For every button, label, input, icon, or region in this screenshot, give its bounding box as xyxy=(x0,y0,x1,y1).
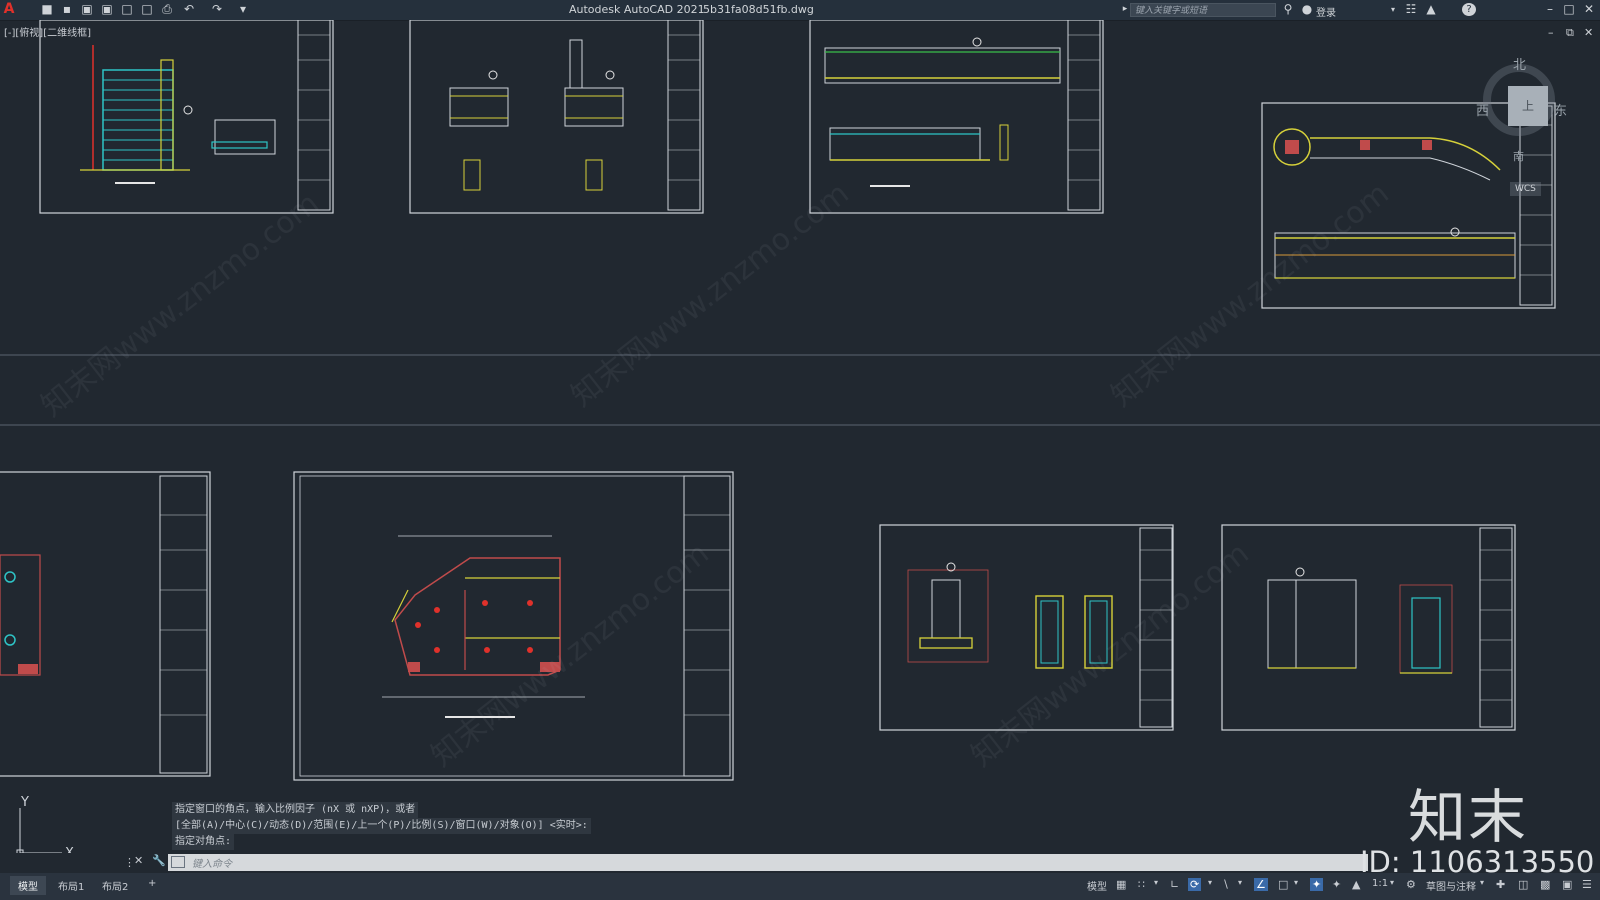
compass-east[interactable]: 东 xyxy=(1554,100,1567,119)
chevron-down-icon[interactable]: ▾ xyxy=(1390,878,1394,887)
user-icon[interactable]: ● xyxy=(1300,3,1314,16)
close-icon[interactable]: ✕ xyxy=(1582,3,1596,16)
model-space-border-lines xyxy=(0,354,1600,426)
drawing-sheet-2 xyxy=(409,20,704,214)
chevron-down-icon[interactable]: ▾ xyxy=(1154,878,1158,887)
annotation-scale-value[interactable]: 1:1 xyxy=(1372,878,1388,889)
watermark-logo: 知末 xyxy=(1408,783,1529,851)
compass-north[interactable]: 北 xyxy=(1513,54,1526,73)
customize-toolbar-icon[interactable]: ▾ xyxy=(236,3,250,16)
hardware-acceleration-icon[interactable]: ▩ xyxy=(1540,878,1550,891)
wcs-menu[interactable]: WCS xyxy=(1510,182,1541,196)
compass-south[interactable]: 南 xyxy=(1513,148,1524,164)
model-space-toggle[interactable]: 模型 xyxy=(1087,878,1107,893)
annotation-scale-icon[interactable]: ▲ xyxy=(1352,878,1360,891)
drawing-sheet-8 xyxy=(1221,524,1516,731)
ucs-x-label: X xyxy=(65,846,74,853)
compass-west[interactable]: 西 xyxy=(1476,100,1489,119)
app-title: Autodesk AutoCAD 2021 xyxy=(569,3,705,16)
object-snap-icon[interactable]: □ xyxy=(1278,878,1288,891)
recent-commands-icon[interactable] xyxy=(171,856,185,868)
chevron-down-icon[interactable]: ▾ xyxy=(1480,878,1484,887)
drawing-sheet-3 xyxy=(809,20,1104,214)
chevron-down-icon[interactable]: ▾ xyxy=(1294,878,1298,887)
undo-icon[interactable]: ↶ xyxy=(182,3,196,16)
save-icon[interactable]: ▣ xyxy=(80,3,94,16)
annotation-visibility-icon[interactable]: ✦ xyxy=(1310,878,1324,891)
workspace-gear-icon[interactable]: ⚙ xyxy=(1406,878,1416,891)
snap-icon[interactable]: ∷ xyxy=(1138,878,1145,891)
file-name: 5b31fa08d51fb.dwg xyxy=(703,3,814,16)
open-file-icon[interactable]: ▪ xyxy=(60,3,74,16)
open-from-web-icon[interactable]: □ xyxy=(120,3,134,16)
command-line[interactable]: 键入命令 xyxy=(168,854,1368,871)
clean-screen-icon[interactable]: ▣ xyxy=(1562,878,1572,891)
ortho-icon[interactable]: ∟ xyxy=(1170,878,1179,891)
grid-icon[interactable]: ▦ xyxy=(1116,878,1126,891)
customization-menu-icon[interactable]: ☰ xyxy=(1582,878,1592,891)
cart-icon[interactable]: ☷ xyxy=(1404,3,1418,16)
tab-model[interactable]: 模型 xyxy=(10,876,46,895)
search-icon[interactable]: ⚲ xyxy=(1281,3,1295,16)
close-command-line-icon[interactable]: ✕ xyxy=(134,854,143,867)
drawing-canvas[interactable]: X Y xyxy=(0,20,1600,853)
object-snap-tracking-icon[interactable]: ∠ xyxy=(1254,878,1268,891)
redo-icon[interactable]: ↷ xyxy=(210,3,224,16)
help-icon[interactable]: ? xyxy=(1462,3,1476,16)
chevron-down-icon[interactable]: ▾ xyxy=(1386,3,1400,16)
watermark-id: ID: 1106313550 xyxy=(1360,845,1595,879)
ucs-y-label: Y xyxy=(20,795,29,810)
command-history-line: [全部(A)/中心(C)/动态(D)/范围(E)/上一个(P)/比例(S)/窗口… xyxy=(172,818,591,834)
polar-tracking-icon[interactable]: ⟳ xyxy=(1188,878,1202,891)
add-icon[interactable]: ✚ xyxy=(1496,878,1505,891)
command-history: 指定窗口的角点，输入比例因子 (nX 或 nXP)，或者 [全部(A)/中心(C… xyxy=(172,802,591,850)
command-history-line: 指定对角点: xyxy=(172,834,235,850)
isolate-objects-icon[interactable]: ◫ xyxy=(1518,878,1528,891)
drawing-sheet-6 xyxy=(293,471,734,781)
search-input[interactable]: 键入关键字或短语 xyxy=(1130,3,1276,17)
chevron-down-icon[interactable]: ▾ xyxy=(1208,878,1212,887)
drawing-sheet-1 xyxy=(39,20,334,214)
tab-layout2[interactable]: 布局2 xyxy=(94,876,136,895)
app-menu-icon[interactable]: A xyxy=(2,2,16,16)
plot-icon[interactable]: ⎙ xyxy=(160,3,174,16)
add-layout-button[interactable]: + xyxy=(140,876,164,891)
drawing-sheet-5 xyxy=(0,471,211,777)
login-button[interactable]: 登录 xyxy=(1316,4,1336,19)
minimize-icon[interactable]: – xyxy=(1543,3,1557,16)
command-input[interactable]: 键入命令 xyxy=(192,855,232,870)
save-to-web-icon[interactable]: □ xyxy=(140,3,154,16)
isodraft-icon[interactable]: ∖ xyxy=(1222,878,1229,891)
workspace-switch[interactable]: 草图与注释 xyxy=(1426,878,1476,893)
maximize-icon[interactable]: □ xyxy=(1562,3,1576,16)
title-bar: A ■ ▪ ▣ ▣ □ □ ⎙ ↶ ↷ ▾ Autodesk AutoCAD 2… xyxy=(0,0,1600,21)
auto-scale-icon[interactable]: ✦ xyxy=(1332,878,1341,891)
save-as-icon[interactable]: ▣ xyxy=(100,3,114,16)
chevron-down-icon[interactable]: ▾ xyxy=(1238,878,1242,887)
command-history-line: 指定窗口的角点，输入比例因子 (nX 或 nXP)，或者 xyxy=(172,802,419,818)
autodesk-a360-icon[interactable]: ▲ xyxy=(1424,3,1438,16)
new-file-icon[interactable]: ■ xyxy=(40,3,54,16)
viewport-controls-label[interactable]: [-][俯视][二维线框] xyxy=(4,24,91,39)
viewcube[interactable]: 上 北 西 东 南 xyxy=(1476,58,1567,163)
viewcube-top-face[interactable]: 上 xyxy=(1508,86,1548,126)
ucs-icon xyxy=(16,808,62,853)
customize-wrench-icon[interactable]: 🔧 xyxy=(152,854,166,867)
tab-layout1[interactable]: 布局1 xyxy=(50,876,92,895)
